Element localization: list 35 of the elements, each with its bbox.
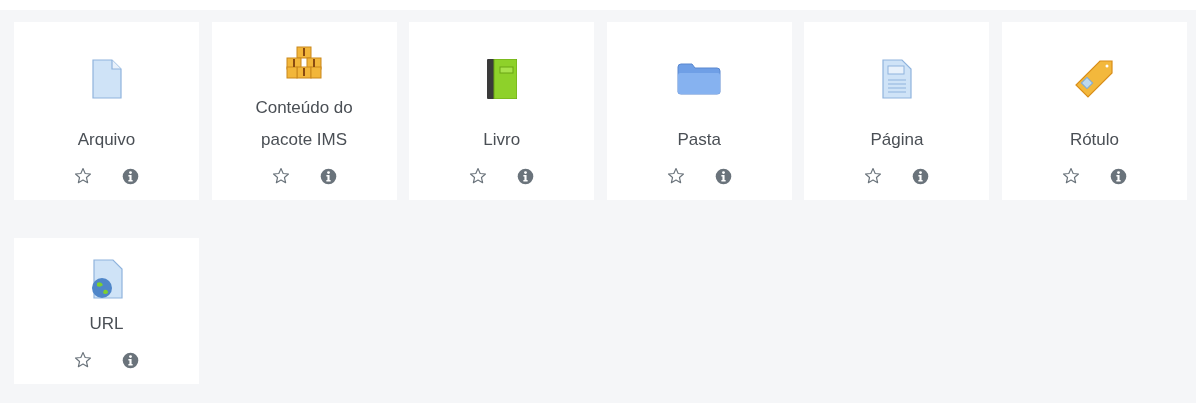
info-icon[interactable] xyxy=(122,167,139,185)
file-icon xyxy=(91,59,122,99)
boxes-icon xyxy=(286,46,323,80)
info-icon[interactable] xyxy=(1109,167,1127,185)
globe-document-icon xyxy=(90,259,123,299)
star-icon[interactable] xyxy=(469,167,488,185)
activity-name: URL xyxy=(89,313,124,335)
star-icon[interactable] xyxy=(666,167,685,185)
activity-name: Rótulo xyxy=(1069,129,1120,151)
info-icon[interactable] xyxy=(517,167,535,185)
info-icon[interactable] xyxy=(122,351,139,369)
activity-name: Livro xyxy=(483,129,521,151)
activity-card[interactable]: URL xyxy=(14,238,199,384)
activity-name: Pasta xyxy=(677,129,721,151)
info-icon[interactable] xyxy=(714,167,732,185)
activity-name: Página xyxy=(870,129,924,151)
info-icon[interactable] xyxy=(912,167,930,185)
activity-card[interactable]: Conteúdo do pacote IMS xyxy=(211,22,397,200)
activity-card[interactable]: Rótulo xyxy=(1001,22,1187,200)
star-icon[interactable] xyxy=(864,167,883,185)
activity-name: Conteúdo do pacote IMS xyxy=(254,97,354,151)
star-icon[interactable] xyxy=(1061,167,1080,185)
tag-icon xyxy=(1074,59,1115,99)
book-icon xyxy=(486,59,517,99)
star-icon[interactable] xyxy=(74,167,92,185)
activity-card[interactable]: Página xyxy=(804,22,990,200)
page-icon xyxy=(881,59,912,99)
star-icon[interactable] xyxy=(271,167,290,185)
info-icon[interactable] xyxy=(319,167,337,185)
activity-name: Arquivo xyxy=(77,129,136,151)
activity-card[interactable]: Arquivo xyxy=(14,22,199,200)
folder-icon xyxy=(677,63,722,95)
activity-card[interactable]: Livro xyxy=(409,22,595,200)
star-icon[interactable] xyxy=(74,351,92,369)
activity-card[interactable]: Pasta xyxy=(606,22,792,200)
